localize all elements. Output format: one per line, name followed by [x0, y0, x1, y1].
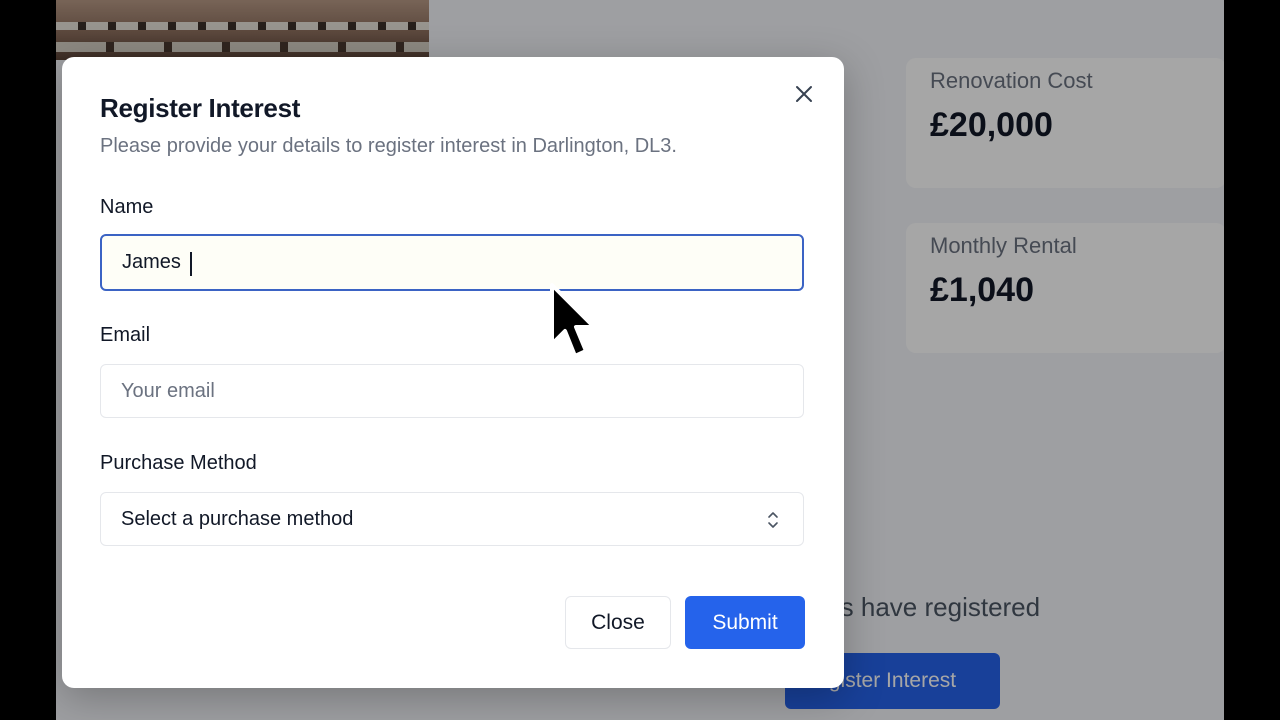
- close-button[interactable]: Close: [565, 596, 671, 649]
- purchase-method-selected: Select a purchase method: [121, 508, 354, 530]
- email-label: Email: [100, 324, 151, 346]
- close-icon[interactable]: [792, 82, 816, 106]
- text-caret: [190, 252, 192, 276]
- register-interest-dialog: Register Interest Please provide your de…: [62, 57, 844, 688]
- name-label: Name: [100, 196, 154, 218]
- chevron-up-down-icon: [768, 512, 778, 528]
- email-placeholder: Your email: [121, 380, 215, 402]
- purchase-method-label: Purchase Method: [100, 452, 257, 474]
- name-field-value: James: [122, 251, 181, 273]
- dialog-title: Register Interest: [100, 93, 301, 123]
- mouse-pointer-icon: [550, 283, 596, 358]
- submit-button[interactable]: Submit: [685, 596, 805, 649]
- purchase-method-select[interactable]: Select a purchase method: [100, 492, 804, 546]
- email-field[interactable]: Your email: [100, 364, 804, 418]
- name-field[interactable]: James: [100, 234, 804, 291]
- dialog-description: Please provide your details to register …: [100, 135, 677, 157]
